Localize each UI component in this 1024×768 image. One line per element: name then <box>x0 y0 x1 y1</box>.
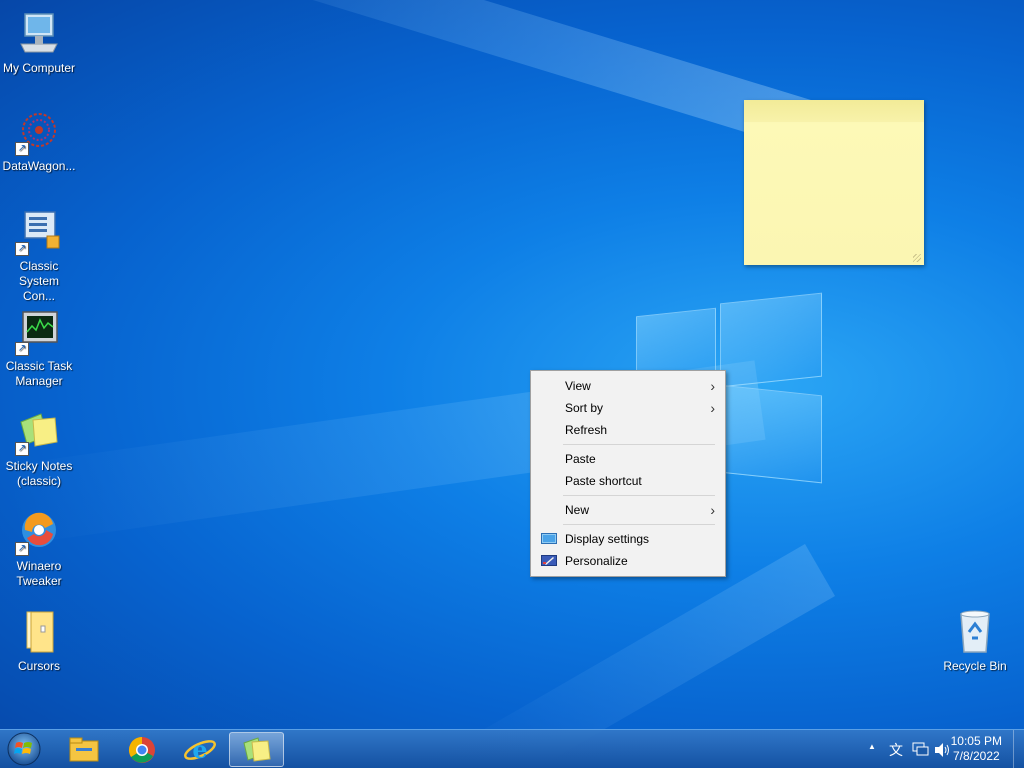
menu-separator <box>563 495 715 496</box>
display-icon <box>541 533 557 544</box>
datawagon-icon: ↗ <box>15 108 63 156</box>
folder-icon <box>15 608 63 656</box>
network-icon[interactable] <box>912 742 930 758</box>
computer-icon <box>15 10 63 58</box>
desktop-icon-classic-task-manager[interactable]: ↗ Classic Task Manager <box>0 308 78 389</box>
wallpaper-beam <box>144 0 848 159</box>
menu-item-label: Sort by <box>565 401 604 415</box>
desktop-icon-label: Sticky Notes (classic) <box>5 459 73 488</box>
desktop-icon-label: Cursors <box>17 659 60 673</box>
menu-item-label: Display settings <box>565 532 650 546</box>
system-tray: ▲ 文 10:05 PM 7/8/2022 <box>844 730 1024 768</box>
taskbar-chrome[interactable] <box>116 732 168 767</box>
desktop-icon-label: Classic System Con... <box>18 259 59 303</box>
shortcut-arrow-icon: ↗ <box>15 242 29 256</box>
resize-grip-icon[interactable] <box>913 254 921 262</box>
taskbar-clock[interactable]: 10:05 PM 7/8/2022 <box>951 734 1002 764</box>
menu-item-sort-by[interactable]: Sort by › <box>531 397 725 419</box>
sticky-note[interactable] <box>744 100 924 265</box>
desktop[interactable]: My Computer ↗ DataWagon... ↗ Classic Sys… <box>0 0 1024 768</box>
clock-date: 7/8/2022 <box>952 749 1000 763</box>
control-panel-icon: ↗ <box>15 208 63 256</box>
menu-item-label: View <box>565 379 591 393</box>
menu-item-paste-shortcut[interactable]: Paste shortcut <box>531 470 725 492</box>
shortcut-arrow-icon: ↗ <box>15 442 29 456</box>
desktop-context-menu: View › Sort by › Refresh Paste Paste sho… <box>530 370 726 577</box>
desktop-icon-label: Classic Task Manager <box>5 359 73 388</box>
chevron-right-icon: › <box>710 502 715 518</box>
file-explorer-icon <box>69 737 99 762</box>
winaero-tweaker-icon: ↗ <box>15 508 63 556</box>
chrome-icon <box>128 736 155 763</box>
desktop-icon-cursors[interactable]: Cursors <box>0 608 78 674</box>
sticky-notes-icon <box>243 737 271 762</box>
start-button[interactable] <box>4 731 44 768</box>
sticky-note-body[interactable] <box>744 122 924 265</box>
show-desktop-button[interactable] <box>1013 730 1024 768</box>
menu-separator <box>563 444 715 445</box>
taskbar-sticky-notes[interactable] <box>229 732 284 767</box>
desktop-icon-label: DataWagon... <box>2 159 76 173</box>
sticky-note-title-bar[interactable] <box>744 100 924 122</box>
personalize-icon <box>541 555 557 566</box>
desktop-icon-label: My Computer <box>2 61 76 75</box>
menu-item-label: Personalize <box>565 554 628 568</box>
menu-separator <box>563 524 715 525</box>
menu-item-label: New <box>565 503 590 517</box>
menu-item-label: Paste <box>565 452 596 466</box>
shortcut-arrow-icon: ↗ <box>15 542 29 556</box>
ime-icon[interactable]: 文 <box>888 741 906 759</box>
svg-text:e: e <box>192 735 207 764</box>
clock-time: 10:05 PM <box>950 734 1002 748</box>
volume-icon[interactable] <box>934 742 952 758</box>
shortcut-arrow-icon: ↗ <box>15 342 29 356</box>
tray-overflow-button[interactable]: ▲ <box>868 742 876 751</box>
desktop-icon-sticky-notes[interactable]: ↗ Sticky Notes (classic) <box>0 408 78 489</box>
desktop-icon-datawagon[interactable]: ↗ DataWagon... <box>0 108 78 174</box>
desktop-icon-classic-system-control[interactable]: ↗ Classic System Con... <box>0 208 78 304</box>
menu-item-personalize[interactable]: Personalize <box>531 550 725 572</box>
chevron-right-icon: › <box>710 378 715 394</box>
menu-item-label: Paste shortcut <box>565 474 642 488</box>
taskbar-file-explorer[interactable] <box>58 732 110 767</box>
desktop-icon-label: Recycle Bin <box>943 659 1007 673</box>
menu-item-view[interactable]: View › <box>531 375 725 397</box>
desktop-icon-recycle-bin[interactable]: Recycle Bin <box>936 608 1014 674</box>
desktop-icon-winaero-tweaker[interactable]: ↗ Winaero Tweaker <box>0 508 78 589</box>
sticky-notes-icon: ↗ <box>15 408 63 456</box>
internet-explorer-icon: e <box>184 735 216 764</box>
chevron-right-icon: › <box>710 400 715 416</box>
desktop-icon-my-computer[interactable]: My Computer <box>0 10 78 76</box>
menu-item-new[interactable]: New › <box>531 499 725 521</box>
taskbar-internet-explorer[interactable]: e <box>174 732 226 767</box>
taskbar: e ▲ 文 10:05 PM 7/8/2022 <box>0 729 1024 768</box>
windows-orb-icon <box>7 732 41 766</box>
menu-item-refresh[interactable]: Refresh <box>531 419 725 441</box>
recycle-bin-icon <box>951 608 999 656</box>
shortcut-arrow-icon: ↗ <box>15 142 29 156</box>
svg-text:文: 文 <box>889 743 903 759</box>
desktop-icon-label: Winaero Tweaker <box>16 559 62 588</box>
task-manager-icon: ↗ <box>15 308 63 356</box>
menu-item-paste[interactable]: Paste <box>531 448 725 470</box>
menu-item-display-settings[interactable]: Display settings <box>531 528 725 550</box>
menu-item-label: Refresh <box>565 423 608 437</box>
